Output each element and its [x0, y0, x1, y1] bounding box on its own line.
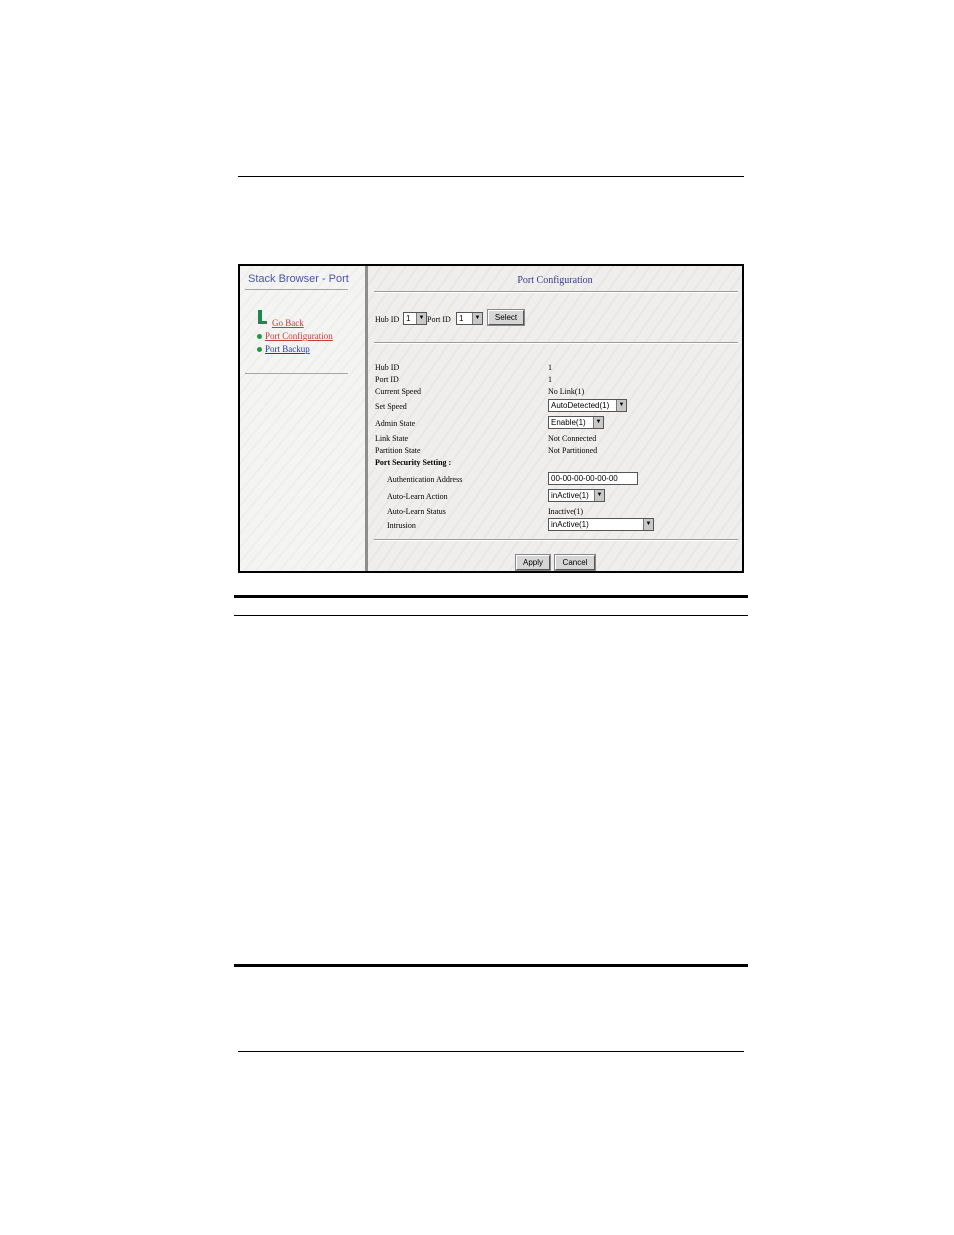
green-dot-icon	[257, 334, 262, 339]
green-dot-icon	[257, 347, 262, 352]
set-speed-label: Set Speed	[375, 402, 407, 411]
select-button[interactable]: Select	[487, 309, 525, 326]
hub-id-select[interactable]: 1 ▼	[403, 312, 427, 325]
page-rule-thick	[234, 595, 748, 598]
auto-learn-status-value: Inactive(1)	[548, 507, 584, 516]
page-title: Port Configuration	[517, 275, 593, 286]
auth-address-label: Authentication Address	[387, 475, 463, 484]
chevron-down-icon[interactable]: ▼	[616, 400, 626, 411]
form-divider	[374, 539, 738, 541]
current-speed-label: Current Speed	[375, 387, 421, 396]
intrusion-label: Intrusion	[387, 521, 416, 530]
page-rule-top	[238, 176, 744, 177]
link-state-label: Link State	[375, 434, 409, 443]
sidebar: Stack Browser - Port Go Back Port Config…	[240, 266, 368, 571]
sidebar-divider	[245, 289, 348, 290]
chevron-down-icon[interactable]: ▼	[416, 313, 426, 324]
page-rule-thick-lower	[234, 964, 748, 967]
chevron-down-icon[interactable]: ▼	[593, 417, 603, 428]
hub-id-value: 1	[548, 363, 552, 372]
stack-browser-window: Stack Browser - Port Go Back Port Config…	[238, 264, 744, 573]
auto-learn-action-select[interactable]: inActive(1) ▼	[548, 489, 605, 502]
partition-state-label: Partition State	[375, 446, 421, 455]
chevron-down-icon[interactable]: ▼	[594, 490, 604, 501]
set-speed-select[interactable]: AutoDetected(1) ▼	[548, 399, 627, 412]
apply-button[interactable]: Apply	[515, 554, 551, 571]
selector-divider	[374, 342, 738, 344]
page-rule-bottom	[238, 1051, 744, 1052]
back-arrow-icon[interactable]	[258, 310, 267, 324]
chevron-down-icon[interactable]: ▼	[472, 313, 482, 324]
port-id-selector-label: Port ID	[427, 315, 451, 324]
auto-learn-status-label: Auto-Learn Status	[387, 507, 446, 516]
sidebar-title: Stack Browser - Port	[248, 273, 349, 285]
chevron-down-icon[interactable]: ▼	[643, 519, 653, 530]
auto-learn-action-label: Auto-Learn Action	[387, 492, 448, 501]
auth-address-input[interactable]: 00-00-00-00-00-00	[548, 472, 638, 485]
current-speed-value: No Link(1)	[548, 387, 585, 396]
sidebar-item-go-back[interactable]: Go Back	[272, 318, 304, 328]
title-divider	[374, 291, 738, 293]
link-state-value: Not Connected	[548, 434, 597, 443]
sidebar-item-port-backup[interactable]: Port Backup	[265, 344, 310, 354]
hub-id-label: Hub ID	[375, 363, 400, 372]
admin-state-select[interactable]: Enable(1) ▼	[548, 416, 604, 429]
port-id-label: Port ID	[375, 375, 399, 384]
sidebar-item-port-configuration[interactable]: Port Configuration	[265, 331, 333, 341]
intrusion-select[interactable]: inActive(1) ▼	[548, 518, 654, 531]
sidebar-divider	[245, 373, 348, 374]
cancel-button[interactable]: Cancel	[554, 554, 596, 571]
main-panel: Port Configuration Hub ID 1 ▼ Port ID 1 ▼ …	[368, 266, 742, 571]
port-id-select[interactable]: 1 ▼	[456, 312, 483, 325]
partition-state-value: Not Partitioned	[548, 446, 598, 455]
admin-state-label: Admin State	[375, 419, 416, 428]
page-rule-thin	[234, 615, 748, 616]
hub-id-selector-label: Hub ID	[375, 315, 400, 324]
port-security-heading: Port Security Setting :	[375, 458, 452, 467]
port-id-value: 1	[548, 375, 552, 384]
